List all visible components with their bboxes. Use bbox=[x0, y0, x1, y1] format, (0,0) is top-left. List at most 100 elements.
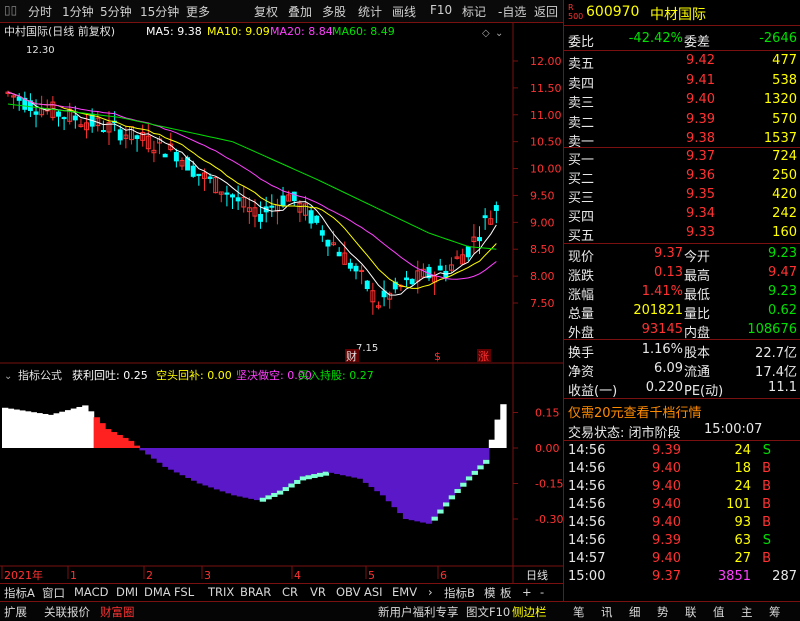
menu-item[interactable]: 叠加 bbox=[288, 3, 312, 20]
toolbar-tab[interactable]: 势 bbox=[657, 604, 669, 620]
menu-item[interactable]: F10 bbox=[430, 3, 452, 17]
toolbar-tab[interactable]: 图文F10 bbox=[466, 604, 510, 620]
indicator-tab[interactable]: VR bbox=[310, 585, 326, 599]
indicator-bar bbox=[385, 448, 393, 502]
indicator-tab[interactable]: MACD bbox=[74, 585, 108, 599]
kline-chart[interactable]: 中村国际(日线 前复权) MA5: 9.38 MA10: 9.09 MA20: 8.8… bbox=[0, 23, 563, 583]
indicator-tab[interactable]: DMI bbox=[116, 585, 138, 599]
trade-status: 交易状态: 闭市阶段 bbox=[568, 426, 681, 441]
indicator-edge bbox=[322, 471, 330, 476]
toolbar-tab[interactable]: 扩展 bbox=[4, 604, 27, 620]
price-tick-label: 9.50 bbox=[530, 189, 555, 202]
menu-item[interactable]: 1分钟 bbox=[62, 3, 94, 20]
indicator-tab[interactable]: - bbox=[540, 585, 544, 599]
quote-row: 15:00 9.37 3851 287 bbox=[564, 568, 800, 586]
candle-body bbox=[56, 111, 61, 117]
toolbar-tab[interactable]: 联 bbox=[685, 604, 697, 620]
stat-label: 净资 bbox=[568, 365, 595, 380]
ma-legend: MA5: 9.38 bbox=[146, 25, 202, 38]
indicator-bar bbox=[59, 411, 66, 448]
menu-item[interactable]: 复权 bbox=[254, 3, 278, 20]
tick-time: 14:56 bbox=[568, 443, 606, 458]
toolbar-tab[interactable]: 讯 bbox=[601, 604, 613, 620]
buy-volume: 420 bbox=[772, 187, 797, 202]
buy-volume: 724 bbox=[772, 149, 797, 164]
candle-body bbox=[258, 213, 264, 222]
quote-label: 量比 bbox=[684, 307, 711, 322]
indicator-tick-label: -0.15 bbox=[535, 478, 563, 491]
toolbar-tab[interactable]: 值 bbox=[713, 604, 725, 620]
sell-level-label: 卖三 bbox=[568, 96, 595, 111]
indicator-tab[interactable]: BRAR bbox=[240, 585, 271, 599]
toolbar-tab[interactable]: 新用户福利专享 bbox=[378, 604, 459, 620]
indicator-edge bbox=[477, 465, 484, 470]
chart-area[interactable]: 中村国际(日线 前复权) MA5: 9.38 MA10: 9.09 MA20: 8.8… bbox=[0, 23, 563, 583]
indicator-tab[interactable]: TRIX bbox=[208, 585, 234, 599]
menu-item[interactable]: 标记 bbox=[462, 3, 486, 20]
menu-item[interactable]: 5分钟 bbox=[100, 3, 132, 20]
tick-time: 14:56 bbox=[568, 515, 606, 530]
period-label[interactable]: 日线 bbox=[526, 568, 548, 582]
menu-item[interactable]: 返回 bbox=[534, 3, 558, 20]
menu-item[interactable]: 多股 bbox=[322, 3, 346, 20]
chart-mode-icon[interactable]: ▯▯ bbox=[4, 3, 17, 17]
toolbar-tab[interactable]: 财富圈 bbox=[100, 604, 135, 620]
indicator-tab[interactable]: DMA bbox=[144, 585, 171, 599]
quote-label: 总量 bbox=[568, 307, 595, 322]
menu-item[interactable]: 分时 bbox=[28, 3, 52, 20]
candle-body bbox=[347, 262, 353, 269]
toolbar-tab[interactable]: 笔 bbox=[573, 604, 585, 620]
diamond-icon[interactable]: ◇ bbox=[482, 28, 490, 39]
indicator-bar bbox=[76, 406, 83, 448]
promo-link[interactable]: 仅需20元查看千档行情 bbox=[568, 402, 702, 421]
indicator-tab[interactable]: 板 bbox=[500, 585, 512, 601]
indicator-bar bbox=[24, 411, 32, 448]
indicator-bar bbox=[488, 439, 496, 448]
indicator-tab[interactable]: 窗口 bbox=[42, 585, 65, 601]
indicator-tab[interactable]: 模 bbox=[484, 585, 496, 601]
tick-time: 14:57 bbox=[568, 551, 606, 566]
indicator-title[interactable]: 指标公式 bbox=[18, 368, 62, 382]
candle-body bbox=[437, 265, 443, 271]
chevron-down-icon[interactable]: ⌄ bbox=[495, 28, 503, 39]
toolbar-tab[interactable]: 主 bbox=[741, 604, 753, 620]
price-tick-label: 12.00 bbox=[530, 55, 562, 68]
indicator-tab[interactable]: 指标A bbox=[4, 585, 35, 601]
candle-body bbox=[319, 230, 325, 236]
buy-price: 9.34 bbox=[686, 206, 715, 221]
toolbar-tab[interactable]: 侧边栏 bbox=[512, 604, 547, 620]
menu-item[interactable]: 画线 bbox=[392, 3, 416, 20]
indicator-tab[interactable]: EMV bbox=[392, 585, 417, 599]
weibi-label: 委比 bbox=[568, 35, 595, 50]
quote-row: 卖四 9.41 538 bbox=[564, 72, 800, 92]
indicator-tab[interactable]: + bbox=[522, 585, 532, 599]
indicator-tab[interactable]: FSL bbox=[174, 585, 194, 599]
chevron-right-icon[interactable]: › bbox=[428, 585, 433, 599]
quote-row: 卖一 9.38 1537 bbox=[564, 130, 800, 150]
toolbar-tab[interactable]: 细 bbox=[629, 604, 641, 620]
indicator-bar bbox=[87, 411, 95, 448]
buy-volume: 242 bbox=[772, 206, 797, 221]
indicator-tab[interactable]: ASI bbox=[364, 585, 383, 599]
indicator-tab[interactable]: CR bbox=[282, 585, 298, 599]
quote-row[interactable]: 仅需20元查看千档行情 bbox=[564, 401, 800, 421]
tick-side: S bbox=[762, 533, 771, 548]
candle-body bbox=[134, 135, 140, 139]
menu-item[interactable]: 15分钟 bbox=[140, 3, 179, 20]
menu-item[interactable]: 更多 bbox=[186, 3, 210, 20]
indicator-bar bbox=[168, 448, 175, 470]
indicator-bar bbox=[128, 440, 135, 448]
menu-item[interactable]: 统计 bbox=[358, 3, 382, 20]
chevron-down-icon[interactable]: ⌄ bbox=[4, 371, 12, 382]
menu-item[interactable]: -自选 bbox=[498, 3, 526, 20]
indicator-bar bbox=[13, 409, 20, 448]
stat-value: 1.16% bbox=[641, 342, 683, 357]
candle-body bbox=[235, 197, 241, 202]
candle-body bbox=[196, 173, 202, 177]
indicator-tab[interactable]: 指标B bbox=[444, 585, 475, 601]
indicator-tab[interactable]: OBV bbox=[336, 585, 360, 599]
candle-body bbox=[207, 176, 213, 179]
toolbar-tab[interactable]: 筹 bbox=[769, 604, 781, 620]
toolbar-tab[interactable]: 关联报价 bbox=[44, 604, 90, 620]
candle-body bbox=[364, 280, 370, 290]
